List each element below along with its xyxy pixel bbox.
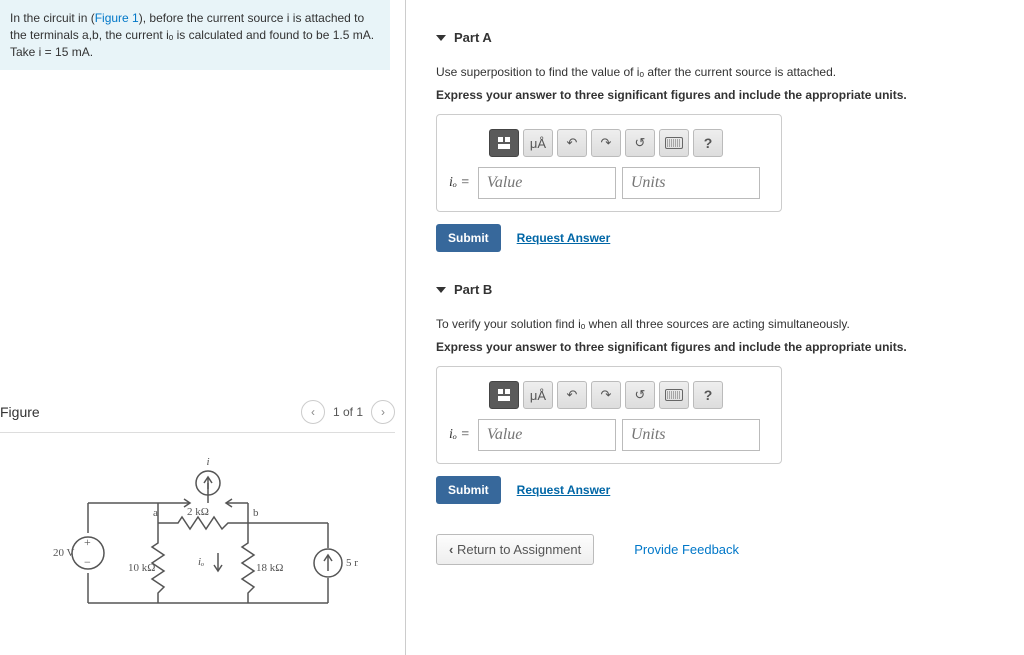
circuit-diagram: 20 V + − i a b (38, 453, 358, 623)
io-label: iₒ (198, 556, 204, 568)
templates-icon[interactable] (489, 381, 519, 409)
undo-button[interactable]: ↶ (557, 129, 587, 157)
undo-button[interactable]: ↶ (557, 381, 587, 409)
r-left-label: 10 kΩ (128, 562, 155, 574)
part-a-section: Part A Use superposition to find the val… (436, 30, 1009, 252)
figure-link[interactable]: Figure 1 (95, 11, 139, 25)
units-button[interactable]: μÅ (523, 381, 553, 409)
keyboard-button[interactable] (659, 129, 689, 157)
help-button[interactable]: ? (693, 381, 723, 409)
voltage-label: 20 V (53, 547, 75, 559)
redo-button[interactable]: ↷ (591, 129, 621, 157)
figure-pager-label: 1 of 1 (333, 405, 363, 419)
chevron-down-icon[interactable] (436, 35, 446, 41)
svg-text:+: + (84, 535, 91, 549)
part-a-request-answer-link[interactable]: Request Answer (517, 231, 611, 245)
part-b-variable-label: iₒ = (449, 427, 472, 443)
problem-text-pre: In the circuit in ( (10, 11, 95, 25)
part-b-request-answer-link[interactable]: Request Answer (517, 483, 611, 497)
part-b-instruction: Express your answer to three significant… (436, 340, 1009, 354)
part-a-value-input[interactable] (478, 167, 616, 199)
keyboard-button[interactable] (659, 381, 689, 409)
part-b-description: To verify your solution find iₒ when all… (436, 315, 1009, 334)
part-b-section: Part B To verify your solution find iₒ w… (436, 282, 1009, 504)
units-button[interactable]: μÅ (523, 129, 553, 157)
part-a-instruction: Express your answer to three significant… (436, 88, 1009, 102)
redo-button[interactable]: ↷ (591, 381, 621, 409)
figure-next-button[interactable]: › (371, 400, 395, 424)
part-a-header: Part A (454, 30, 492, 45)
node-b-label: b (253, 507, 259, 519)
part-a-description: Use superposition to find the value of i… (436, 63, 1009, 82)
part-b-answer-box: μÅ ↶ ↷ ↺ ? iₒ = (436, 366, 782, 464)
figure-prev-button[interactable]: ‹ (301, 400, 325, 424)
problem-description: In the circuit in (Figure 1), before the… (0, 0, 390, 70)
node-a-label: a (153, 507, 158, 519)
templates-icon[interactable] (489, 129, 519, 157)
current-source-label: 5 mA (346, 557, 358, 569)
reset-button[interactable]: ↺ (625, 129, 655, 157)
part-b-header: Part B (454, 282, 492, 297)
part-b-units-input[interactable] (622, 419, 760, 451)
i-label: i (206, 456, 209, 468)
part-a-answer-box: μÅ ↶ ↷ ↺ ? iₒ = (436, 114, 782, 212)
part-a-submit-button[interactable]: Submit (436, 224, 501, 252)
chevron-down-icon[interactable] (436, 287, 446, 293)
part-b-submit-button[interactable]: Submit (436, 476, 501, 504)
svg-text:−: − (84, 555, 91, 569)
help-button[interactable]: ? (693, 129, 723, 157)
figure-title: Figure (0, 404, 40, 420)
return-to-assignment-button[interactable]: ‹ Return to Assignment (436, 534, 594, 565)
r-ab-label: 2 kΩ (187, 506, 209, 518)
reset-button[interactable]: ↺ (625, 381, 655, 409)
part-b-value-input[interactable] (478, 419, 616, 451)
part-a-variable-label: iₒ = (449, 175, 472, 191)
provide-feedback-link[interactable]: Provide Feedback (634, 542, 739, 557)
r-right-label: 18 kΩ (256, 562, 283, 574)
part-a-units-input[interactable] (622, 167, 760, 199)
